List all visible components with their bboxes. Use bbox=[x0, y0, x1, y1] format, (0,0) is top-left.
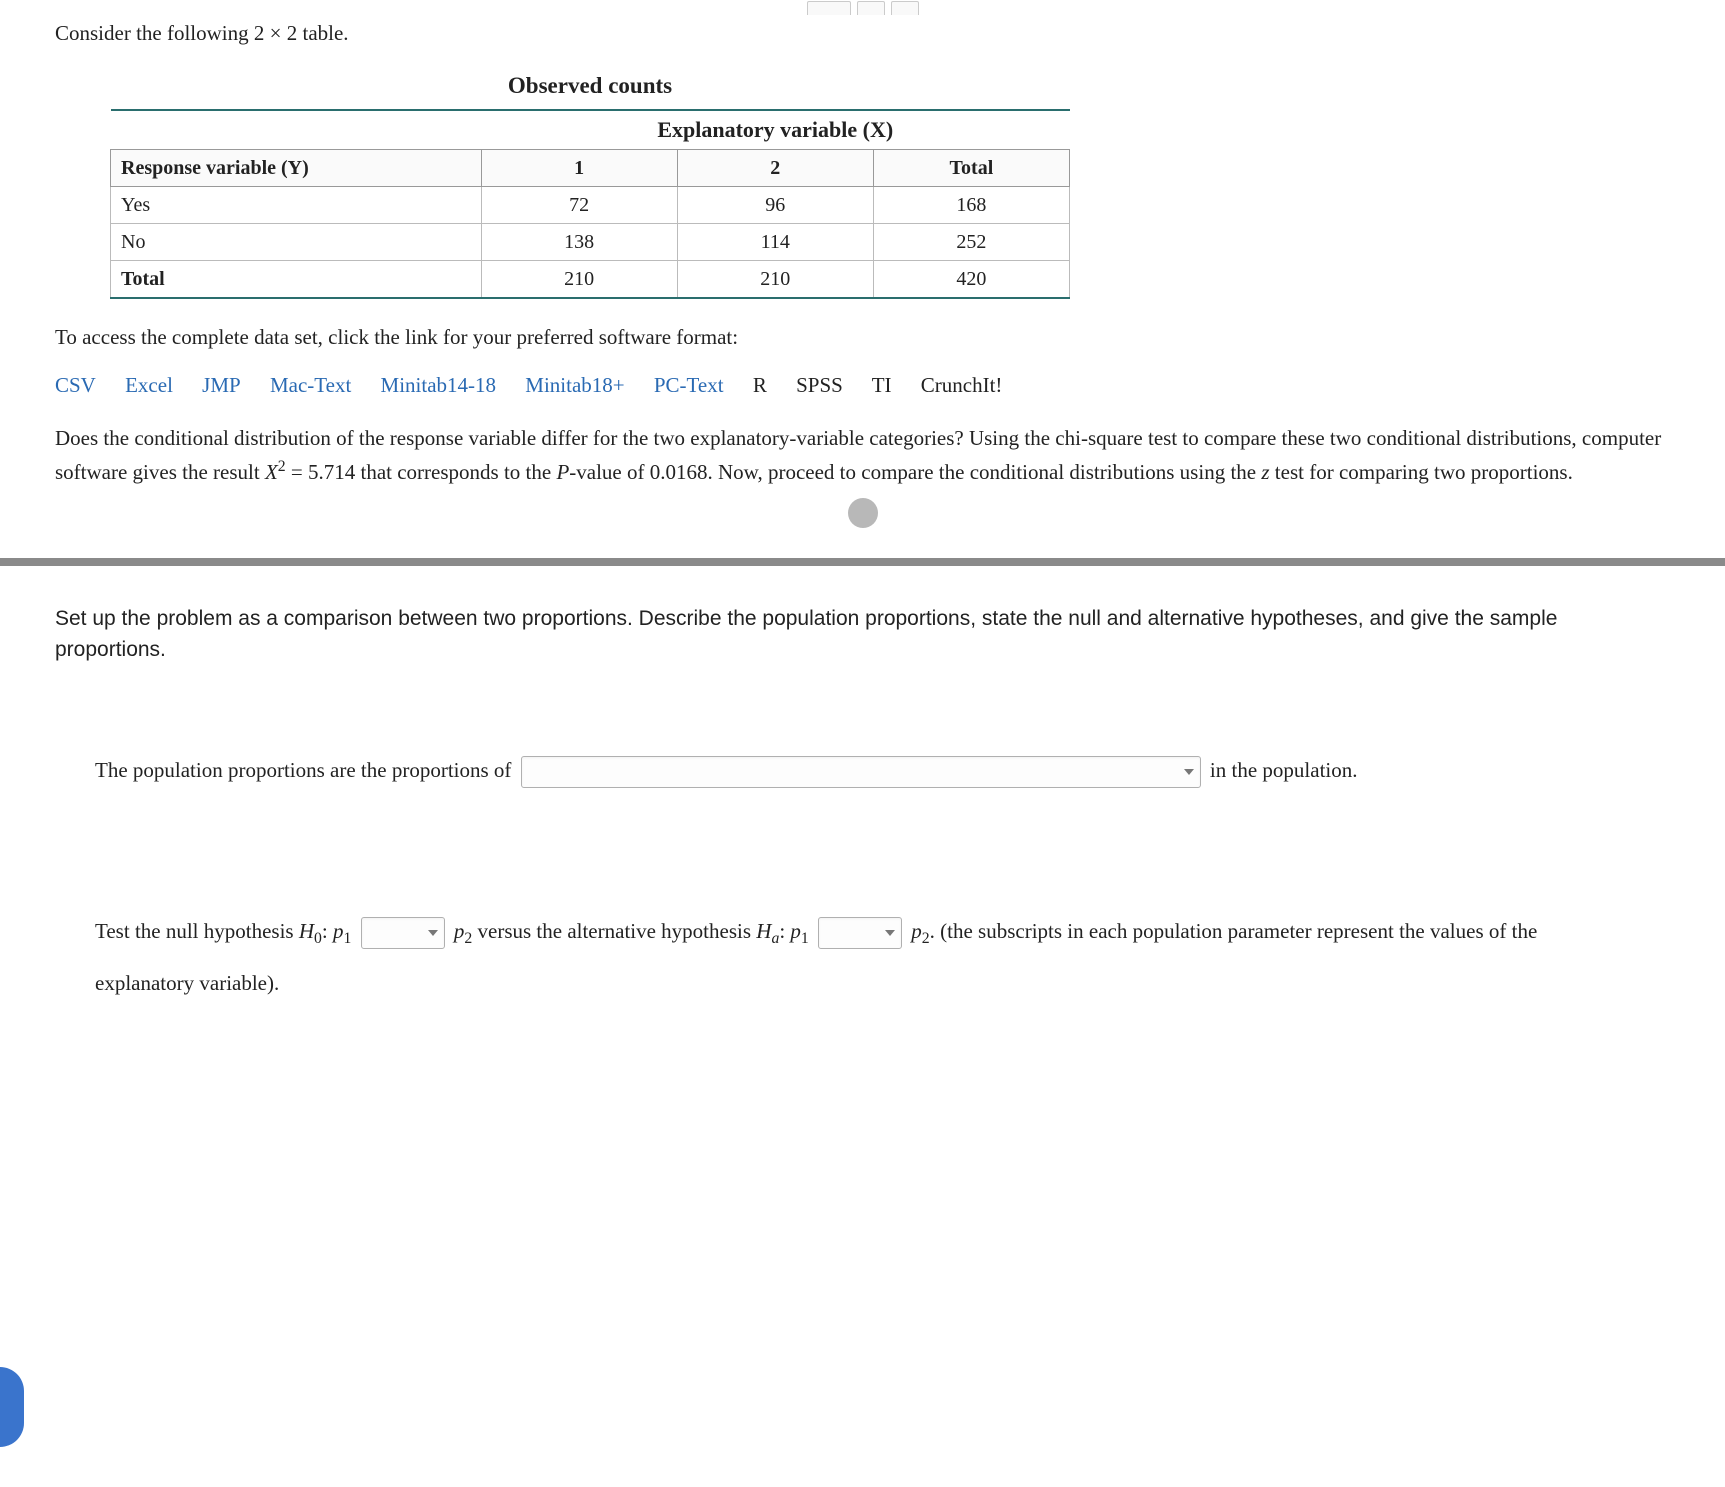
observed-counts-table: Observed counts Explanatory variable (X)… bbox=[110, 70, 1670, 299]
link-minitab18[interactable]: Minitab18+ bbox=[525, 373, 624, 397]
cell: 210 bbox=[481, 261, 677, 299]
cell: 72 bbox=[481, 187, 677, 224]
table-row: No 138 114 252 bbox=[111, 224, 1070, 261]
table-title: Observed counts bbox=[110, 70, 1070, 102]
question-text: Set up the problem as a comparison betwe… bbox=[55, 604, 1670, 665]
cell: 138 bbox=[481, 224, 677, 261]
access-text: To access the complete data set, click t… bbox=[55, 323, 1670, 352]
link-jmp[interactable]: JMP bbox=[202, 373, 241, 397]
row-label: Total bbox=[111, 261, 482, 299]
problem-paragraph: Does the conditional distribution of the… bbox=[55, 422, 1670, 488]
row-label: Yes bbox=[111, 187, 482, 224]
intro-text: Consider the following 2 × 2 table. bbox=[55, 19, 1670, 48]
cell: 420 bbox=[873, 261, 1069, 299]
section-divider bbox=[0, 558, 1725, 566]
col-header-total: Total bbox=[873, 150, 1069, 187]
row-label: No bbox=[111, 224, 482, 261]
link-mactext[interactable]: Mac-Text bbox=[270, 373, 351, 397]
chevron-down-icon bbox=[1184, 769, 1194, 775]
chevron-down-icon bbox=[428, 930, 438, 936]
cell: 114 bbox=[677, 224, 873, 261]
cell: 168 bbox=[873, 187, 1069, 224]
response-header: Response variable (Y) bbox=[111, 150, 482, 187]
col-header-1: 1 bbox=[481, 150, 677, 187]
toolbar-box bbox=[807, 1, 851, 15]
answer-line-2: Test the null hypothesis H0: p1 p2 versu… bbox=[95, 906, 1630, 1008]
cell: 96 bbox=[677, 187, 873, 224]
table-row: Yes 72 96 168 bbox=[111, 187, 1070, 224]
toolbar-stub bbox=[55, 1, 1670, 15]
null-relation-dropdown[interactable] bbox=[361, 917, 445, 949]
toolbar-box bbox=[857, 1, 885, 15]
chevron-down-icon bbox=[885, 930, 895, 936]
link-crunchit[interactable]: CrunchIt! bbox=[921, 373, 1003, 397]
link-pctext[interactable]: PC-Text bbox=[654, 373, 724, 397]
cell: 252 bbox=[873, 224, 1069, 261]
format-links: CSV Excel JMP Mac-Text Minitab14-18 Mini… bbox=[55, 371, 1670, 400]
proportions-dropdown[interactable] bbox=[521, 756, 1201, 788]
answer-line-1: The population proportions are the propo… bbox=[95, 745, 1630, 795]
link-r[interactable]: R bbox=[753, 373, 767, 397]
side-tab-button[interactable] bbox=[0, 1367, 24, 1447]
link-csv[interactable]: CSV bbox=[55, 373, 96, 397]
col-header-2: 2 bbox=[677, 150, 873, 187]
drag-handle-icon[interactable] bbox=[848, 498, 878, 528]
cell: 210 bbox=[677, 261, 873, 299]
table-row: Total 210 210 420 bbox=[111, 261, 1070, 299]
link-spss[interactable]: SPSS bbox=[796, 373, 843, 397]
link-excel[interactable]: Excel bbox=[125, 373, 173, 397]
explanatory-header: Explanatory variable (X) bbox=[481, 110, 1069, 150]
link-minitab14[interactable]: Minitab14-18 bbox=[381, 373, 497, 397]
link-ti[interactable]: TI bbox=[872, 373, 892, 397]
alt-relation-dropdown[interactable] bbox=[818, 917, 902, 949]
toolbar-box bbox=[891, 1, 919, 15]
